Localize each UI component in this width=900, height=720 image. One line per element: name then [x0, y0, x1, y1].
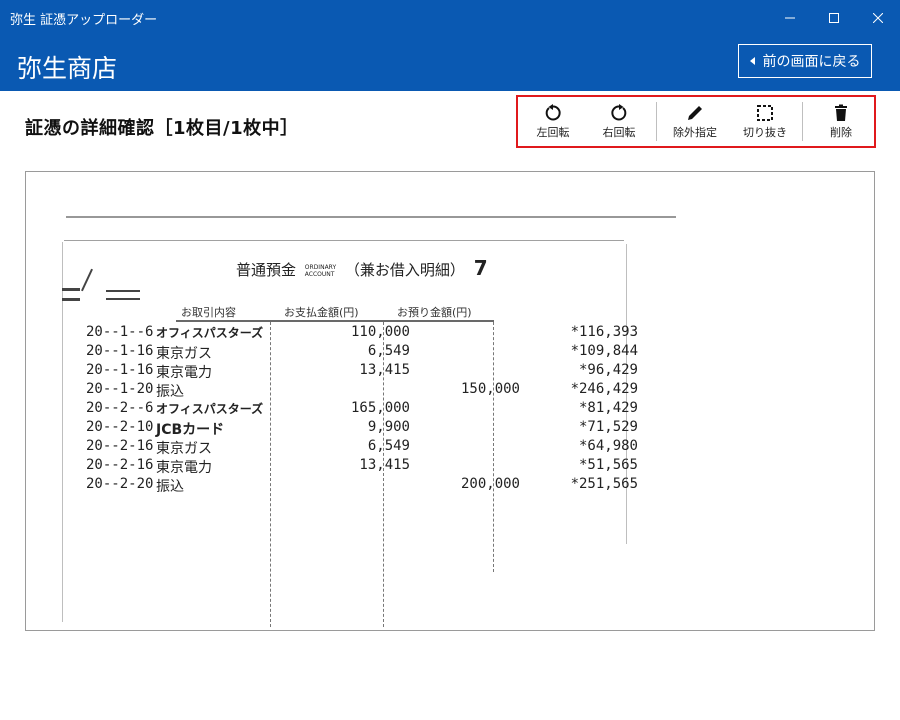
delete-label: 削除 [830, 126, 852, 139]
row-payment: 13,415 [359, 362, 410, 378]
scan-mark [106, 290, 140, 292]
statement-page-number: 7 [473, 256, 488, 280]
statement-subtitle: （兼お借入明細） [344, 261, 465, 279]
row-balance: *109,844 [570, 343, 638, 359]
row-date: 20--1--6 [86, 324, 154, 340]
scan-mark [81, 268, 93, 292]
row-payment: 9,900 [367, 419, 410, 435]
app-header: 弥生商店 前の画面に戻る [0, 35, 900, 91]
statement-title-en-line2: ACCOUNT [304, 270, 335, 278]
exclude-label: 除外指定 [673, 126, 717, 139]
statement-row: 20--2-16 東京電力 13,415 *51,565 [86, 457, 638, 476]
toolbar-divider [656, 102, 657, 141]
column-header-deposit: お預り金額(円) [397, 306, 472, 319]
exclude-button[interactable]: 除外指定 [660, 97, 730, 146]
delete-button[interactable]: 削除 [806, 97, 876, 146]
statement-title: 普通預金 [236, 261, 297, 279]
scan-edge-top [66, 216, 676, 218]
statement-row: 20--1--6 オフィスパスターズ 110,000 *116,393 [86, 324, 638, 343]
rotate-left-icon [545, 104, 561, 121]
close-button[interactable] [856, 0, 900, 35]
receipt-image-viewer[interactable]: 普通預金 ORDINARY ACCOUNT （兼お借入明細） 7 お取引内容 お… [25, 171, 875, 631]
row-payment: 110,000 [350, 324, 410, 340]
row-description: 東京電力 [156, 460, 212, 476]
scanned-bank-statement: 普通預金 ORDINARY ACCOUNT （兼お借入明細） 7 お取引内容 お… [26, 172, 874, 630]
row-balance: *64,980 [578, 438, 638, 454]
toolbar-divider [802, 102, 803, 141]
statement-title-en: ORDINARY ACCOUNT [305, 264, 336, 278]
pencil-icon [688, 106, 702, 120]
store-name: 弥生商店 [17, 54, 118, 83]
minimize-icon [785, 17, 795, 18]
row-date: 20--2-10 [86, 419, 154, 435]
row-description: 振込 [156, 384, 184, 400]
trash-icon [835, 104, 847, 121]
rotate-left-button[interactable]: 左回転 [518, 97, 588, 146]
minimize-button[interactable] [768, 0, 812, 35]
row-date: 20--2--6 [86, 400, 154, 416]
row-date: 20--1-16 [86, 343, 154, 359]
row-description: JCBカード [156, 422, 225, 438]
rotate-right-label: 右回転 [602, 126, 636, 139]
row-balance: *96,429 [578, 362, 638, 378]
row-date: 20--2-20 [86, 476, 154, 492]
maximize-icon [829, 12, 839, 23]
row-description: 東京電力 [156, 365, 212, 381]
row-date: 20--1-16 [86, 362, 154, 378]
row-description: 東京ガス [156, 346, 212, 362]
statement-row: 20--2-16 東京ガス 6,549 *64,980 [86, 438, 638, 457]
crop-icon [757, 105, 773, 121]
rotate-left-label: 左回転 [536, 126, 570, 139]
scan-mark [62, 288, 80, 291]
column-header-payment: お支払金額(円) [284, 306, 359, 319]
caret-left-icon [749, 57, 755, 65]
row-deposit: 200,000 [460, 476, 520, 492]
statement-border-top [64, 240, 624, 241]
crop-label: 切り抜き [743, 126, 787, 139]
row-description: オフィスパスターズ [156, 402, 264, 416]
row-balance: *116,393 [570, 324, 638, 340]
row-balance: *71,529 [578, 419, 638, 435]
window-title: 弥生 証憑アップローダー [10, 13, 158, 28]
statement-title-en-line1: ORDINARY [304, 263, 337, 271]
row-description: オフィスパスターズ [156, 326, 264, 340]
row-balance: *81,429 [578, 400, 638, 416]
row-payment: 6,549 [367, 343, 410, 359]
row-balance: *246,429 [570, 381, 638, 397]
image-toolbar: 左回転 右回転 除外指定 切り抜き 削除 [516, 95, 876, 148]
rotate-right-icon [611, 104, 627, 121]
statement-row: 20--1-16 東京電力 13,415 *96,429 [86, 362, 638, 381]
scan-mark [106, 298, 140, 300]
statement-row: 20--2-10 JCBカード 9,900 *71,529 [86, 419, 638, 438]
column-header-description: お取引内容 [181, 306, 236, 319]
row-payment: 6,549 [367, 438, 410, 454]
row-balance: *251,565 [570, 476, 638, 492]
maximize-button[interactable] [812, 0, 856, 35]
window-titlebar: 弥生 証憑アップローダー [0, 0, 900, 35]
statement-row: 20--1-16 東京ガス 6,549 *109,844 [86, 343, 638, 362]
back-button-label: 前の画面に戻る [762, 54, 861, 70]
row-payment: 13,415 [359, 457, 410, 473]
row-date: 20--2-16 [86, 438, 154, 454]
row-description: 振込 [156, 479, 184, 495]
crop-button[interactable]: 切り抜き [730, 97, 800, 146]
rotate-right-button[interactable]: 右回転 [584, 97, 654, 146]
statement-heading: 普通預金 ORDINARY ACCOUNT （兼お借入明細） 7 [236, 256, 488, 280]
page-title: 証憑の詳細確認［1枚目/1枚中］ [25, 118, 299, 139]
row-deposit: 150,000 [460, 381, 520, 397]
row-balance: *51,565 [578, 457, 638, 473]
statement-row: 20--2--6 オフィスパスターズ 165,000 *81,429 [86, 400, 638, 419]
close-icon [873, 12, 883, 23]
row-payment: 165,000 [350, 400, 410, 416]
header-underline [176, 320, 494, 322]
row-description: 東京ガス [156, 441, 212, 457]
statement-row: 20--2-20 振込 200,000 *251,565 [86, 476, 638, 495]
back-button[interactable]: 前の画面に戻る [738, 44, 872, 78]
row-date: 20--2-16 [86, 457, 154, 473]
row-date: 20--1-20 [86, 381, 154, 397]
scan-mark [62, 298, 80, 301]
statement-row: 20--1-20 振込 150,000 *246,429 [86, 381, 638, 400]
